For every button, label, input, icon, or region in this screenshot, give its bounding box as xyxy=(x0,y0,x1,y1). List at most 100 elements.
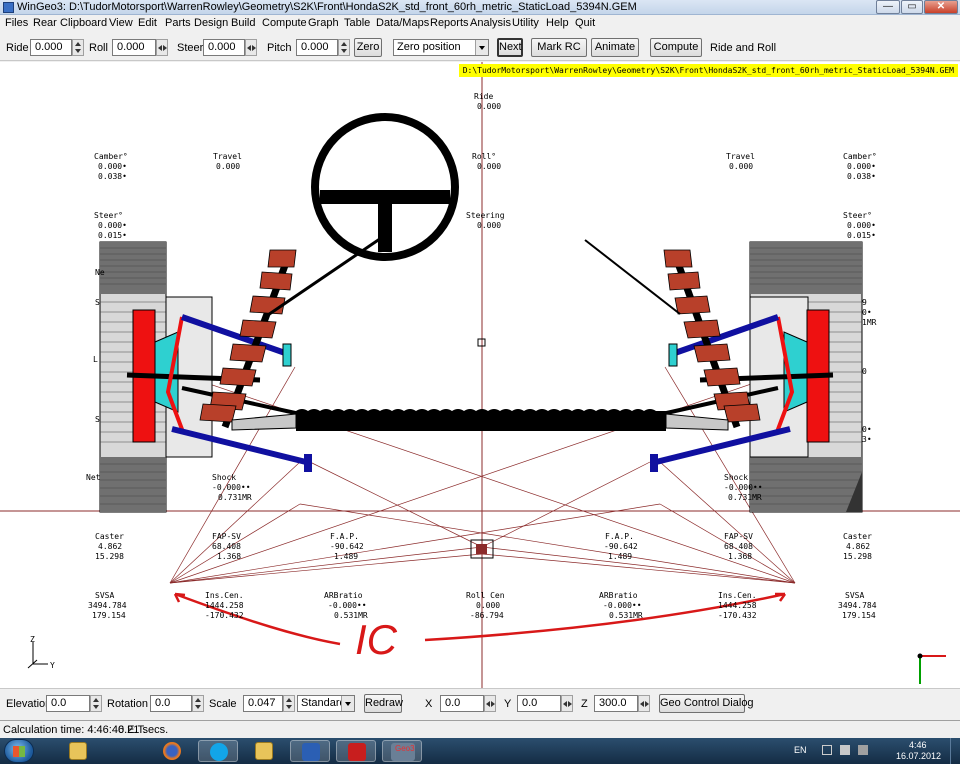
right-steer-label: Steer° xyxy=(843,211,872,220)
left-fap-v1: -90.642 xyxy=(330,542,364,551)
taskbar-acrobat[interactable] xyxy=(336,740,376,762)
roll-label: Roll xyxy=(89,42,108,54)
close-button[interactable]: ✕ xyxy=(924,0,958,14)
left-shock-v1: -0.000•• xyxy=(212,483,251,492)
menu-build[interactable]: Build xyxy=(231,17,255,29)
x-label: X xyxy=(425,698,433,710)
pitch-input[interactable]: 0.000 xyxy=(296,39,338,56)
rotation-label: Rotation xyxy=(107,698,148,710)
taskbar-skype[interactable] xyxy=(198,740,238,762)
roll-spinner[interactable] xyxy=(156,39,168,56)
ride-input[interactable]: 0.000 xyxy=(30,39,72,56)
language-indicator[interactable]: EN xyxy=(794,745,807,755)
z-input[interactable]: 300.0 xyxy=(594,695,638,712)
right-caster-v2: 15.298 xyxy=(843,552,872,561)
menu-utility[interactable]: Utility xyxy=(512,17,539,29)
taskbar-word[interactable] xyxy=(290,740,330,762)
y-input[interactable]: 0.0 xyxy=(517,695,561,712)
steering-rack xyxy=(296,411,666,431)
firefox-icon xyxy=(163,742,181,760)
menu-design[interactable]: Design xyxy=(194,17,228,29)
taskbar-folder[interactable] xyxy=(58,740,98,762)
menu-files[interactable]: Files xyxy=(5,17,28,29)
menu-graph[interactable]: Graph xyxy=(308,17,339,29)
menu-compute[interactable]: Compute xyxy=(262,17,307,29)
chevron-down-icon xyxy=(341,696,354,711)
right-fapsv-label: FAP-SV xyxy=(724,532,753,541)
taskbar-geo3[interactable]: Geo3 xyxy=(382,740,422,762)
zero-button[interactable]: Zero xyxy=(354,38,382,57)
y-spinner[interactable] xyxy=(561,695,573,712)
elevation-input[interactable]: 0.0 xyxy=(46,695,90,712)
right-inscen-v1: 1444.258 xyxy=(718,601,757,610)
partial-net: Net xyxy=(86,473,101,482)
menu-parts[interactable]: Parts xyxy=(165,17,191,29)
view-select[interactable]: Standard xyxy=(297,695,355,712)
position-select[interactable]: Zero position xyxy=(393,39,489,56)
animate-button[interactable]: Animate xyxy=(591,38,639,57)
right-fap-v1: -90.642 xyxy=(604,542,638,551)
left-fapsv-v1: 68.408 xyxy=(212,542,241,551)
menu-edit[interactable]: Edit xyxy=(138,17,157,29)
right-inscen-v2: -170.432 xyxy=(718,611,757,620)
minimize-button[interactable]: — xyxy=(876,0,900,14)
menu-help[interactable]: Help xyxy=(546,17,569,29)
menu-analysis[interactable]: Analysis xyxy=(470,17,511,29)
menu-table[interactable]: Table xyxy=(344,17,370,29)
show-desktop-button[interactable] xyxy=(950,738,960,764)
maximize-button[interactable]: ▭ xyxy=(901,0,923,14)
mode-text: Ride and Roll xyxy=(710,42,777,54)
file-path-banner: D:\TudorMotorsport\WarrenRowley\Geometry… xyxy=(458,64,958,77)
elevation-spinner[interactable] xyxy=(90,695,102,712)
clock-date[interactable]: 16.07.2012 xyxy=(896,751,941,761)
ride-spinner[interactable] xyxy=(72,39,84,56)
tray-flag-icon[interactable] xyxy=(822,745,832,755)
steer-input[interactable]: 0.000 xyxy=(203,39,245,56)
clock-time[interactable]: 4:46 xyxy=(909,740,927,750)
scale-spinner[interactable] xyxy=(283,695,295,712)
steering-wheel-hub xyxy=(378,190,392,252)
roll-input[interactable]: 0.000 xyxy=(112,39,156,56)
network-icon[interactable] xyxy=(840,745,850,755)
next-button[interactable]: Next xyxy=(497,38,523,57)
right-inscen-label: Ins.Cen. xyxy=(718,591,757,600)
position-select-value: Zero position xyxy=(397,41,461,53)
right-arb-v2: 0.531MR xyxy=(609,611,643,620)
compute-button[interactable]: Compute xyxy=(650,38,702,57)
view-control-bar: Elevation 0.0 Rotation 0.0 Scale 0.047 S… xyxy=(0,688,960,718)
menu-reports[interactable]: Reports xyxy=(430,17,469,29)
pitch-label: Pitch xyxy=(267,42,292,54)
partial-r0c: 0• xyxy=(862,425,872,434)
menu-quit[interactable]: Quit xyxy=(575,17,595,29)
pitch-spinner[interactable] xyxy=(338,39,350,56)
left-caster-v1: 4.862 xyxy=(98,542,122,551)
geo-control-dialog-button[interactable]: Geo Control Dialog xyxy=(659,694,754,713)
menu-clipboard[interactable]: Clipboard xyxy=(60,17,107,29)
start-button[interactable] xyxy=(4,739,34,763)
right-caster-v1: 4.862 xyxy=(846,542,870,551)
taskbar-firefox[interactable] xyxy=(152,740,192,762)
axis-z-label: Z xyxy=(30,635,35,644)
mark-rc-button[interactable]: Mark RC xyxy=(531,38,587,57)
x-input[interactable]: 0.0 xyxy=(440,695,484,712)
right-travel-value: 0.000 xyxy=(729,162,753,171)
left-steer-v1: 0.000• xyxy=(98,221,127,230)
title-bar[interactable]: WinGeo3: D:\TudorMotorsport\WarrenRowley… xyxy=(0,0,960,15)
steer-spinner[interactable] xyxy=(245,39,257,56)
menu-view[interactable]: View xyxy=(109,17,133,29)
menu-datamaps[interactable]: Data/Maps xyxy=(376,17,429,29)
scale-input[interactable]: 0.047 xyxy=(243,695,283,712)
rotation-input[interactable]: 0.0 xyxy=(150,695,192,712)
redraw-button[interactable]: Redraw xyxy=(364,694,403,713)
left-lower-arm-bush xyxy=(304,454,312,472)
x-spinner[interactable] xyxy=(484,695,496,712)
rollcen-v2: -86.794 xyxy=(470,611,504,620)
partial-s2: S xyxy=(95,415,100,424)
geometry-canvas[interactable]: IC Z Y Ride 0.000 Roll° 0.000 Steering 0… xyxy=(0,62,960,688)
taskbar-outlook[interactable] xyxy=(244,740,284,762)
rotation-spinner[interactable] xyxy=(192,695,204,712)
z-spinner[interactable] xyxy=(638,695,650,712)
ic-arrow-left xyxy=(174,592,341,646)
menu-rear[interactable]: Rear xyxy=(33,17,57,29)
volume-icon[interactable] xyxy=(858,745,868,755)
